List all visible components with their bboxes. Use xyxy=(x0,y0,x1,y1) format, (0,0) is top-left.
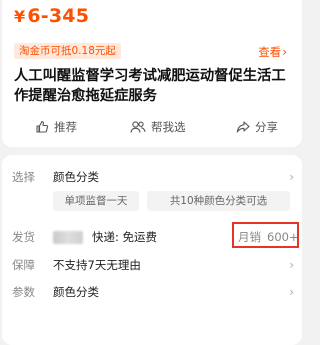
shipping-row: 发货 快递: 免运费 月销 600+ xyxy=(2,222,302,248)
chevron-right-icon: › xyxy=(289,285,294,299)
help-me-choose-label: 帮我选 xyxy=(151,120,186,134)
currency-symbol: ¥ xyxy=(14,7,26,26)
option-count-chip[interactable]: 共10种颜色分类可选 xyxy=(147,191,290,211)
monthly-sales: 月销 600+ xyxy=(238,227,299,247)
guarantee-value: 不支持7天无理由 xyxy=(53,258,141,272)
shipping-label: 发货 xyxy=(12,230,35,244)
recommend-label: 推荐 xyxy=(54,120,77,134)
guarantee-row[interactable]: 保障 不支持7天无理由 › xyxy=(2,255,302,275)
help-me-choose-button[interactable]: 帮我选 xyxy=(130,117,186,137)
price-range: 6-345 xyxy=(27,5,90,27)
select-row[interactable]: 选择 颜色分类 › xyxy=(2,167,302,187)
guarantee-label: 保障 xyxy=(12,258,35,272)
view-link[interactable]: 查看› xyxy=(258,44,287,60)
monthly-sales-value: 600+ xyxy=(267,230,299,244)
price: ¥6-345 xyxy=(14,5,89,27)
product-details-card: 选择 颜色分类 › 单项监督一天 共10种颜色分类可选 发货 快递: 免运费 月… xyxy=(2,155,302,345)
chevron-right-icon: › xyxy=(289,170,294,184)
chevron-right-icon: › xyxy=(282,45,287,59)
coin-discount-tag: 淘金币可抵0.18元起 xyxy=(14,43,121,59)
monthly-sales-label: 月销 xyxy=(238,230,261,244)
select-label: 选择 xyxy=(12,170,35,184)
select-value: 颜色分类 xyxy=(53,170,99,184)
share-button[interactable]: 分享 xyxy=(236,117,278,137)
product-title: 人工叫醒监督学习考试减肥运动督促生活工作提醒治愈拖延症服务 xyxy=(14,68,286,104)
people-icon xyxy=(130,121,146,133)
product-summary-card: ¥6-345 淘金币可抵0.18元起 查看› 人工叫醒监督学习考试减肥运动督促生… xyxy=(2,0,302,147)
share-label: 分享 xyxy=(255,120,278,134)
option-chip[interactable]: 单项监督一天 xyxy=(53,191,139,211)
thumbs-up-icon xyxy=(36,120,49,133)
params-row[interactable]: 参数 颜色分类 › xyxy=(2,282,302,302)
chevron-right-icon: › xyxy=(289,258,294,272)
blurred-location xyxy=(53,231,83,244)
view-link-label: 查看 xyxy=(258,45,282,59)
recommend-button[interactable]: 推荐 xyxy=(35,117,77,137)
params-value: 颜色分类 xyxy=(53,285,99,299)
params-label: 参数 xyxy=(12,285,35,299)
shipping-fee-text: 快递: 免运费 xyxy=(92,230,158,244)
action-bar: 推荐 帮我选 分享 xyxy=(2,117,302,137)
share-icon xyxy=(236,121,250,133)
